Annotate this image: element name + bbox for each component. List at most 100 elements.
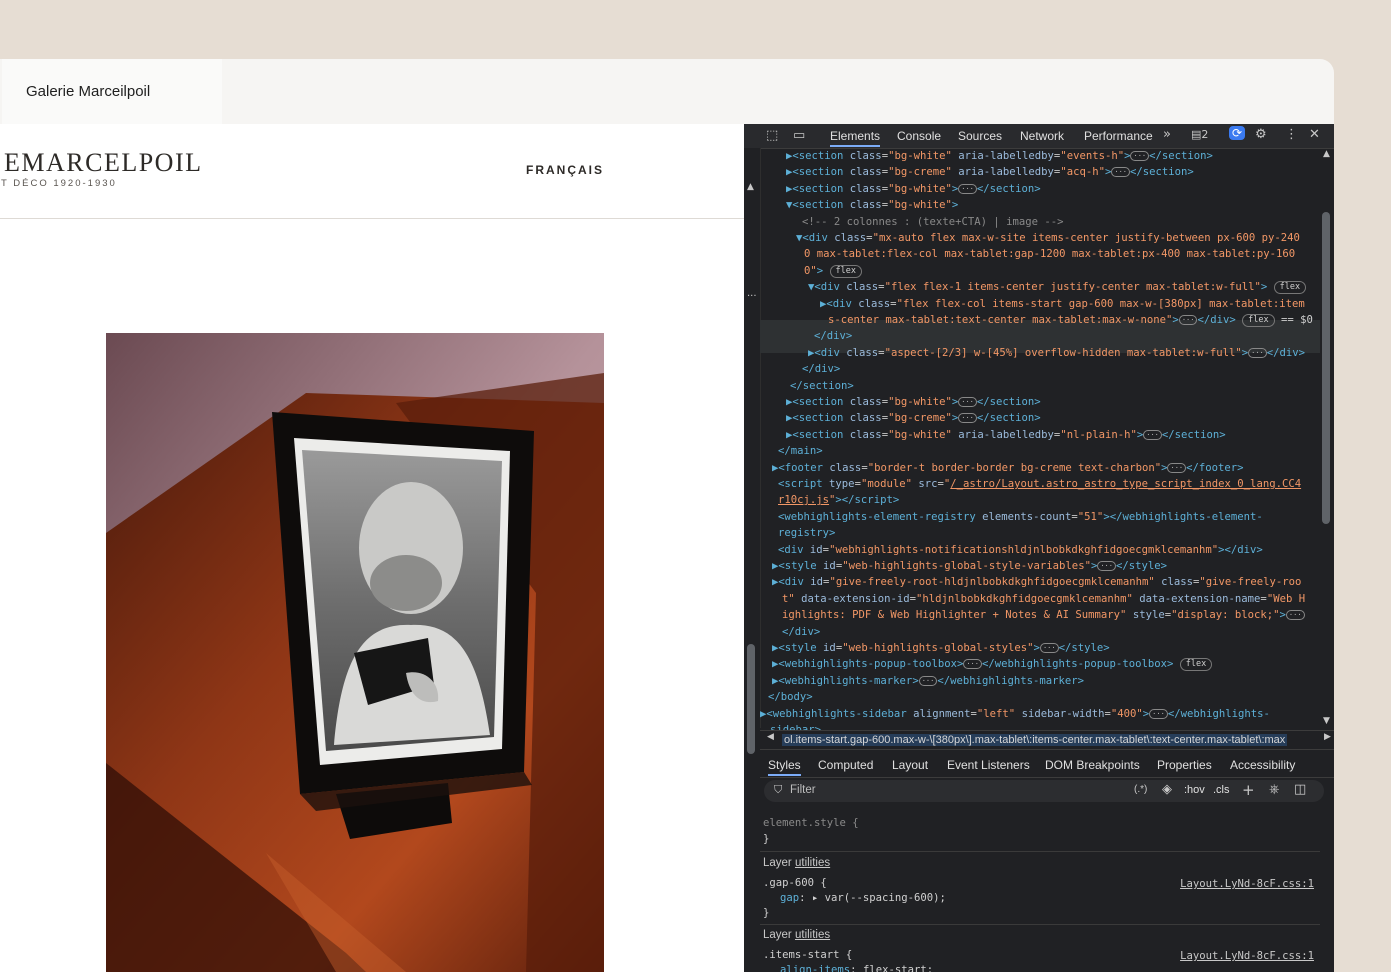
dom-node-line[interactable]: ▶<webhighlights-popup-toolbox> ··· </webhi… — [772, 656, 1213, 672]
dom-node-line[interactable]: </main> — [778, 443, 823, 459]
element-style-selector[interactable]: element.style { — [763, 816, 859, 832]
dom-node-line[interactable]: ▶<section class="bg-creme"> ··· </section> — [786, 410, 1041, 426]
language-switch[interactable]: FRANÇAIS — [526, 163, 604, 177]
dom-node-line[interactable]: ▼<section class="bg-white"> — [786, 197, 958, 213]
sidebar-toggle-icon[interactable]: ◫ — [1294, 782, 1306, 797]
dom-node-line[interactable]: t" data-extension-id="hldjnlbobkdkghfidg… — [782, 591, 1305, 607]
rule-source-link[interactable]: Layout.LyNd-8cF.css:1 — [1180, 877, 1314, 893]
device-toggle-icon[interactable]: ▭ — [793, 128, 805, 143]
dom-node-line[interactable]: 0"> flex — [804, 263, 863, 279]
tab-console[interactable]: Console — [897, 129, 941, 143]
dom-node-line[interactable]: ighlights: PDF & Web Highlighter + Notes… — [782, 607, 1305, 623]
dom-tree-scrollbar[interactable] — [1322, 212, 1330, 524]
dom-node-line[interactable]: <script type="module" src="/_astro/Layou… — [778, 476, 1301, 492]
add-rule-icon[interactable]: + — [1242, 781, 1255, 799]
tab-layout[interactable]: Layout — [892, 758, 928, 772]
hero-photo — [106, 333, 604, 972]
rule-selector[interactable]: .items-start { — [763, 948, 852, 964]
close-icon[interactable]: ✕ — [1309, 127, 1320, 142]
dom-node-line[interactable]: </div> — [814, 328, 852, 344]
site-tagline: T DÉCO 1920-1930 — [1, 178, 117, 189]
dom-node-line[interactable]: ▼<div class="mx-auto flex max-w-site ite… — [796, 230, 1300, 246]
dom-node-line[interactable]: ▶<section class="bg-white"> ··· </section> — [786, 394, 1041, 410]
dom-node-line[interactable]: r10cj.js"></script> — [778, 492, 899, 508]
layer-label: Layer utilities — [763, 856, 830, 872]
dom-node-line[interactable]: 0 max-tablet:flex-col max-tablet:gap-120… — [804, 246, 1295, 262]
tab-sources[interactable]: Sources — [958, 129, 1002, 143]
page-scrollbar[interactable] — [747, 644, 755, 754]
breadcrumb-left-arrow-icon[interactable]: ◀ — [767, 732, 774, 742]
dom-node-line[interactable]: <div id="webhighlights-notificationshldj… — [778, 542, 1263, 558]
more-tabs-icon[interactable]: » — [1163, 127, 1171, 142]
site-logo[interactable]: EMARCELPOIL — [4, 150, 203, 176]
breadcrumb[interactable]: ◀ ol.items-start.gap-600.max-w-\[380px\]… — [760, 730, 1334, 750]
css-property[interactable]: gap — [780, 892, 799, 904]
dom-node-line[interactable]: ▶<section class="bg-white" aria-labelled… — [786, 427, 1226, 443]
dom-node-line[interactable]: </div> — [802, 361, 840, 377]
tab-accessibility[interactable]: Accessibility — [1230, 758, 1295, 772]
layer-name-link[interactable]: utilities — [795, 929, 830, 941]
hover-state-toggle[interactable]: :hov — [1184, 784, 1205, 796]
css-property[interactable]: align-items — [780, 964, 850, 972]
dom-node-line[interactable]: ▶<footer class="border-t border-border b… — [772, 460, 1244, 476]
paint-icon[interactable]: ⎈ — [1269, 782, 1279, 797]
styles-filter[interactable]: ⛉ Filter (.*) ◈ :hov .cls + ⎈ ◫ — [764, 780, 1324, 802]
dom-node-line[interactable]: ▶<div class="aspect-[2/3] w-[45%] overfl… — [808, 345, 1305, 361]
tab-event-listeners[interactable]: Event Listeners — [947, 758, 1030, 772]
tab-elements[interactable]: Elements — [830, 129, 881, 147]
scroll-up-arrow-icon[interactable]: ▲ — [1323, 149, 1330, 159]
dom-node-line[interactable]: <webhighlights-element-registry elements… — [778, 509, 1263, 525]
regex-toggle[interactable]: (.*) — [1134, 784, 1147, 795]
tab-dom-breakpoints[interactable]: DOM Breakpoints — [1045, 758, 1140, 772]
tab-computed[interactable]: Computed — [818, 758, 873, 772]
kebab-menu-icon[interactable]: ⋮ — [1285, 127, 1298, 142]
dom-node-line[interactable]: </body> — [768, 689, 813, 705]
dom-node-line[interactable]: <!-- 2 colonnes : (texte+CTA) | image --… — [802, 214, 1064, 230]
dom-node-line[interactable]: </div> — [782, 624, 820, 640]
dom-node-line[interactable]: ▶<style id="web-highlights-global-style-… — [772, 558, 1167, 574]
gear-icon[interactable]: ⚙ — [1255, 127, 1267, 142]
drawer-up-arrow-icon[interactable]: ▲ — [747, 182, 754, 192]
ellipsis-icon[interactable]: ··· — [747, 291, 757, 302]
element-style-close: } — [763, 833, 770, 845]
site-header: EMARCELPOIL T DÉCO 1920-1930 FRANÇAIS — [0, 124, 744, 219]
filter-input[interactable]: Filter — [790, 784, 816, 796]
class-toggle[interactable]: .cls — [1213, 784, 1230, 796]
css-value[interactable]: var(--spacing-600); — [825, 892, 946, 904]
dom-node-line[interactable]: ▶<webhighlights-sidebar alignment="left"… — [760, 706, 1270, 722]
dom-node-line[interactable]: ▼<div class="flex flex-1 items-center ju… — [808, 279, 1307, 295]
dom-node-line[interactable]: s-center max-tablet:text-center max-tabl… — [828, 312, 1313, 328]
css-declaration[interactable]: gap: ▸ var(--spacing-600); — [780, 891, 946, 907]
dom-node-line[interactable]: ▶<section class="bg-white" aria-labelled… — [786, 148, 1213, 164]
tab-properties[interactable]: Properties — [1157, 758, 1212, 772]
extension-icon[interactable]: ⟳ — [1229, 126, 1246, 140]
issues-count: 2 — [1201, 128, 1209, 141]
dom-node-line[interactable]: ▶<webhighlights-marker> ··· </webhighlight… — [772, 673, 1084, 689]
issues-icon[interactable]: ▤2 — [1191, 128, 1208, 141]
dom-node-line[interactable]: ▶<style id="web-highlights-global-styles… — [772, 640, 1110, 656]
dom-tree[interactable]: ▶<section class="bg-white" aria-labelled… — [760, 148, 1320, 732]
breadcrumb-selector[interactable]: ol.items-start.gap-600.max-w-\[380px\].m… — [782, 734, 1288, 746]
styles-tabs: Styles Computed Layout Event Listeners D… — [760, 753, 1334, 778]
layers-icon[interactable]: ◈ — [1162, 782, 1172, 797]
rule-source-link[interactable]: Layout.LyNd-8cF.css:1 — [1180, 949, 1314, 965]
dom-node-line[interactable]: ▶<div class="flex flex-col items-start g… — [820, 296, 1305, 312]
tab-styles[interactable]: Styles — [768, 758, 801, 776]
tab-performance[interactable]: Performance — [1084, 129, 1153, 143]
dom-node-line[interactable]: ▶<section class="bg-creme" aria-labelled… — [786, 164, 1194, 180]
inspect-element-icon[interactable]: ⬚ — [766, 128, 778, 143]
tab-network[interactable]: Network — [1020, 129, 1064, 143]
css-declaration[interactable]: align-items: flex-start; — [780, 963, 933, 972]
css-value[interactable]: flex-start; — [863, 964, 933, 972]
layer-name-link[interactable]: utilities — [795, 857, 830, 869]
elements-gutter: ··· — [744, 148, 761, 728]
dom-node-line[interactable]: ▶<div id="give-freely-root-hldjnlbobkdkg… — [772, 574, 1301, 590]
scroll-down-arrow-icon[interactable]: ▼ — [1323, 716, 1330, 726]
web-page: EMARCELPOIL T DÉCO 1920-1930 FRANÇAIS — [0, 124, 744, 972]
breadcrumb-right-arrow-icon[interactable]: ▶ — [1321, 732, 1334, 742]
dom-node-line[interactable]: ▶<section class="bg-white"> ··· </section> — [786, 181, 1041, 197]
dom-node-line[interactable]: registry> — [778, 525, 835, 541]
dom-node-line[interactable]: </section> — [790, 378, 854, 394]
rule-selector[interactable]: .gap-600 { — [763, 876, 827, 892]
browser-tab[interactable]: Galerie Marceilpoil — [2, 59, 222, 124]
